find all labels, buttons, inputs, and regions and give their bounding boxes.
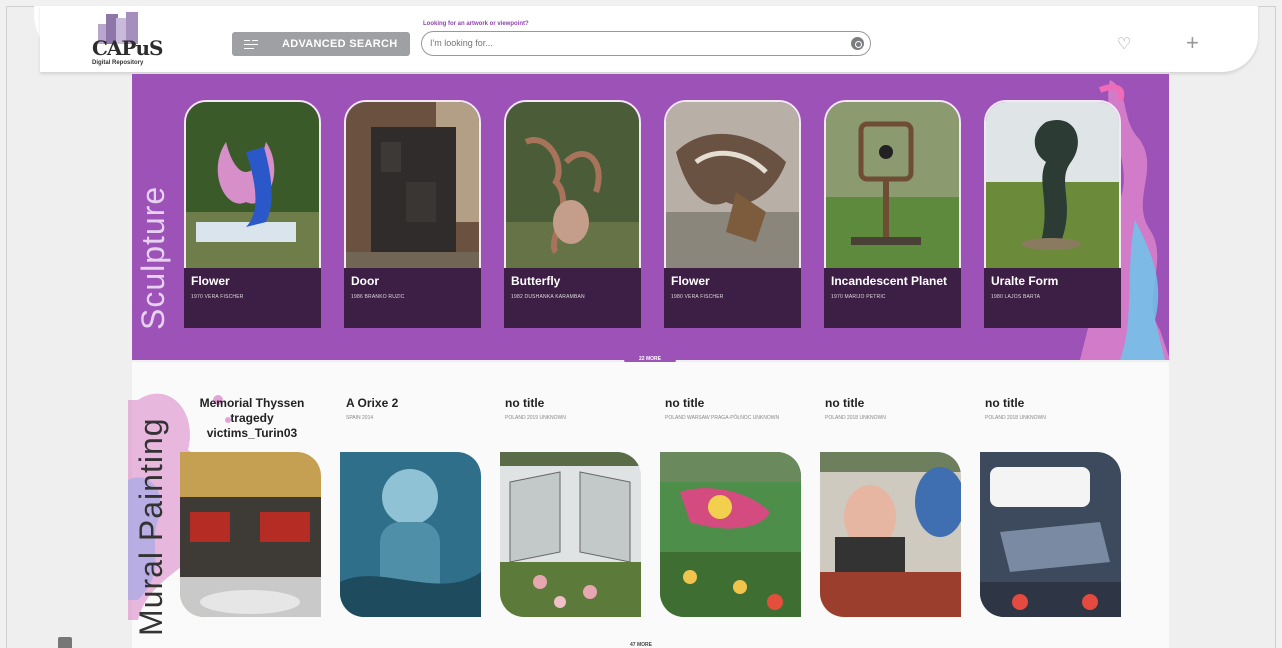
artwork-title: no title [505, 396, 545, 410]
mural-image[interactable] [660, 452, 801, 617]
artwork-meta: 1970 MARIJO PETRIC [831, 294, 886, 300]
sculpture-card[interactable]: Uralte Form 1980 LAJOS BARTA [984, 100, 1121, 328]
search-input[interactable] [430, 38, 830, 48]
artwork-title: Door [351, 274, 379, 288]
card-caption: Flower 1970 VERA FISCHER [184, 268, 321, 328]
sculpture-card[interactable]: Flower 1970 VERA FISCHER [184, 100, 321, 328]
search-submit-icon[interactable] [851, 37, 864, 50]
artwork-title: Flower [191, 274, 230, 288]
artwork-image [664, 100, 801, 270]
artwork-title: Uralte Form [991, 274, 1059, 288]
mural-card-title-block[interactable]: no title POLAND WARSAW PRAGA-PÓŁNOC UNKN… [665, 396, 805, 421]
advanced-search-button[interactable]: ADVANCED SEARCH [232, 32, 410, 56]
card-caption: Door 1986 BRANKO RUZIC [344, 268, 481, 328]
card-caption: Incandescent Planet 1970 MARIJO PETRIC [824, 268, 961, 328]
search-field[interactable] [421, 31, 871, 56]
mural-card-title-block[interactable]: no title POLAND 2018 UNKNOWN [985, 396, 1125, 421]
artwork-image [504, 100, 641, 270]
artwork-image [984, 100, 1121, 270]
artwork-meta: 1980 VERA FISCHER [671, 294, 724, 300]
artwork-meta: POLAND WARSAW PRAGA-PÓŁNOC UNKNOWN [665, 415, 780, 421]
sculpture-card[interactable]: Door 1986 BRANKO RUZIC [344, 100, 481, 328]
mural-card-title-block[interactable]: no title POLAND 2018 UNKNOWN [825, 396, 965, 421]
artwork-image [344, 100, 481, 270]
artwork-title: Memorial Thyssen tragedy victims_Turin03 [199, 396, 305, 440]
card-caption: Butterfly 1982 DUSHANKA KARAMBAN [504, 268, 641, 328]
sculpture-card[interactable]: Butterfly 1982 DUSHANKA KARAMBAN [504, 100, 641, 328]
sculpture-card[interactable]: Flower 1980 VERA FISCHER [664, 100, 801, 328]
artwork-meta: POLAND 2018 UNKNOWN [825, 415, 886, 421]
artwork-image [824, 100, 961, 270]
artwork-meta: 1982 DUSHANKA KARAMBAN [511, 294, 585, 300]
mural-image[interactable] [820, 452, 961, 617]
mural-image[interactable] [340, 452, 481, 617]
artwork-title: no title [665, 396, 705, 410]
card-caption: Uralte Form 1980 LAJOS BARTA [984, 268, 1121, 328]
mural-image[interactable] [980, 452, 1121, 617]
mural-card-title-block[interactable]: no title POLAND 2019 UNKNOWN [505, 396, 645, 421]
plus-icon[interactable]: + [1186, 30, 1199, 56]
mural-painting-section-title: Mural Painting [133, 417, 169, 636]
artwork-image [184, 100, 321, 270]
artwork-meta: POLAND 2018 UNKNOWN [985, 415, 1046, 421]
artwork-title: Incandescent Planet [831, 274, 948, 288]
artwork-title: Butterfly [511, 274, 561, 288]
mural-card-title-block[interactable]: A Orixe 2 SPAIN 2014 [346, 396, 486, 421]
mural-card-title-block[interactable]: Memorial Thyssen tragedy victims_Turin03 [184, 396, 320, 441]
heart-icon[interactable]: ♡ [1117, 34, 1131, 54]
mural-image[interactable] [180, 452, 321, 617]
filter-icon [244, 39, 258, 49]
card-caption: Flower 1980 VERA FISCHER [664, 268, 801, 328]
logo-wordmark: CAPuS [92, 36, 163, 60]
artwork-title: Flower [671, 274, 710, 288]
mural-image[interactable] [500, 452, 641, 617]
capus-logo[interactable]: CAPuS Digital Repository [88, 10, 163, 70]
artwork-meta: 1980 LAJOS BARTA [991, 294, 1041, 300]
artwork-title: no title [985, 396, 1025, 410]
artwork-title: A Orixe 2 [346, 396, 399, 410]
artwork-meta: POLAND 2019 UNKNOWN [505, 415, 566, 421]
sculpture-card[interactable]: Incandescent Planet 1970 MARIJO PETRIC [824, 100, 961, 328]
search-label: Looking for an artwork or viewpoint? [423, 21, 529, 27]
artwork-meta: 1970 VERA FISCHER [191, 294, 244, 300]
artwork-title: no title [825, 396, 865, 410]
logo-subtitle: Digital Repository [92, 60, 144, 66]
mural-more-button[interactable]: 47 MORE [630, 642, 652, 648]
advanced-search-label: ADVANCED SEARCH [282, 38, 398, 50]
sculpture-section-title: Sculpture [135, 185, 171, 330]
settings-icon[interactable] [58, 637, 72, 648]
artwork-meta: SPAIN 2014 [346, 415, 374, 421]
artwork-meta: 1986 BRANKO RUZIC [351, 294, 405, 300]
